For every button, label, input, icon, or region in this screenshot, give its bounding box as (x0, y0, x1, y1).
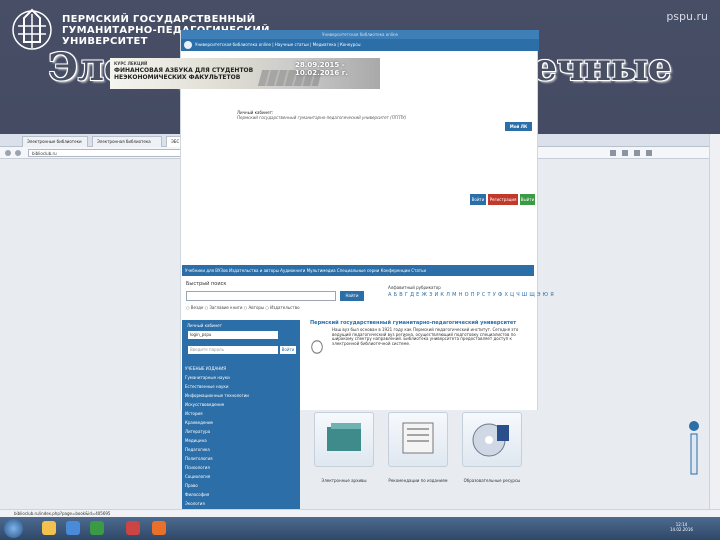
sidebar-item[interactable]: Медицина (185, 436, 297, 445)
enter-button[interactable]: Войти (470, 194, 486, 205)
home-icon[interactable] (634, 150, 640, 156)
content-title[interactable]: Пермский государственный гуманитарно-пед… (304, 320, 534, 326)
explorer-icon[interactable] (42, 521, 56, 535)
forward-icon[interactable] (15, 150, 21, 156)
ie-icon[interactable] (66, 521, 80, 535)
download-icon[interactable] (622, 150, 628, 156)
password-field[interactable]: Введите пароль (188, 346, 278, 354)
clock: 12:14 14.02.2016 (670, 522, 693, 532)
page-top-label: Университетская библиотека online (181, 30, 539, 39)
register-button[interactable]: Регистрация (488, 194, 518, 205)
course-banner[interactable]: КУРС ЛЕКЦИЙ ФИНАНСОВАЯ АЗБУКА ДЛЯ СТУДЕН… (110, 58, 380, 89)
tile-archives[interactable] (314, 412, 374, 467)
scrollbar[interactable] (709, 134, 720, 519)
sidebar-item[interactable]: Психология (185, 463, 297, 472)
side-widget-icon[interactable] (687, 420, 701, 480)
tile-recommendations[interactable] (388, 412, 448, 467)
menu-icon[interactable] (646, 150, 652, 156)
alphabet-index: Алфавитный рубрикатор А Б В Г Д Е Ж З И … (388, 285, 555, 298)
browser-tab[interactable]: Электронная библиотека (92, 136, 162, 147)
university-seal-icon (306, 334, 328, 360)
site-header-strip: Университетская библиотека online | Науч… (181, 39, 539, 51)
sidebar-item[interactable]: Политология (185, 454, 297, 463)
search-input[interactable] (186, 291, 336, 301)
sidebar-item[interactable]: Социология (185, 472, 297, 481)
sidebar-item[interactable]: Информационные технологии (185, 391, 297, 400)
sidebar-item[interactable]: Краеведение (185, 418, 297, 427)
start-button-icon[interactable] (4, 519, 23, 538)
university-info: Пермский государственный гуманитарно-пед… (304, 320, 534, 346)
search-options[interactable]: ○ Везде ○ Заглавие книги ○ Авторы ○ Изда… (186, 305, 300, 310)
main-menu[interactable]: Учебники для ВУЗов Издательства и авторы… (182, 265, 534, 276)
app-icon[interactable] (126, 521, 140, 535)
media-icon[interactable] (90, 521, 104, 535)
sidebar-item[interactable]: Искусствоведение (185, 400, 297, 409)
windows-taskbar: 12:14 14.02.2016 (0, 517, 720, 540)
sidebar-item[interactable]: Философия (185, 490, 297, 499)
content-body: Наш вуз был основан в 1921 году как Перм… (332, 327, 519, 346)
sidebar-item[interactable]: Гуманитарные науки (185, 373, 297, 382)
back-icon[interactable] (5, 150, 11, 156)
firefox-icon[interactable] (152, 521, 166, 535)
sidebar-login-button[interactable]: Войти (280, 346, 296, 354)
sidebar-item[interactable]: Литература (185, 427, 297, 436)
status-bar: biblioclub.ru/index.php?page=book&id=405… (0, 509, 720, 517)
sidebar-item[interactable]: УЧЕБНЫЕ ИЗДАНИЯ (185, 364, 297, 373)
my-cabinet-button[interactable]: Мой ЛК (505, 122, 532, 131)
tile-resources[interactable] (462, 412, 522, 467)
books-icon (327, 423, 361, 451)
disc-icon (472, 423, 509, 457)
tile-caption: Рекомендации по изданиям (388, 478, 448, 483)
exit-button[interactable]: Выйти (520, 194, 535, 205)
login-field[interactable]: login_pspu (188, 331, 278, 339)
newspaper-icon (402, 422, 434, 454)
personal-cabinet: Личный кабинет: Пермский государственный… (237, 110, 532, 132)
tile-caption: Образовательные ресурсы (463, 478, 521, 483)
sidebar-item[interactable]: История (185, 409, 297, 418)
presentation-slide: ПЕРМСКИЙ ГОСУДАРСТВЕННЫЙ ГУМАНИТАРНО-ПЕД… (0, 0, 720, 540)
browser-tab[interactable]: Электронные библиотеки (22, 136, 88, 147)
sidebar-item[interactable]: Право (185, 481, 297, 490)
tile-caption: Электронные архивы (321, 478, 367, 483)
site-url: pspu.ru (666, 10, 708, 23)
quick-search: Быстрый поиск Найти ○ Везде ○ Заглавие к… (186, 281, 376, 317)
alphabet-letters[interactable]: А Б В Г Д Е Ж З И К Л М Н О П Р С Т У Ф … (388, 292, 554, 298)
search-button[interactable]: Найти (340, 291, 364, 301)
sidebar-item[interactable]: Педагогика (185, 445, 297, 454)
category-list: УЧЕБНЫЕ ИЗДАНИЯ Гуманитарные науки Естес… (185, 364, 297, 508)
site-logo-icon[interactable] (184, 41, 192, 49)
sidebar-item[interactable]: Естественные науки (185, 382, 297, 391)
sidebar: Личный кабинет login_pspu Введите пароль… (182, 320, 300, 535)
bookmark-icon[interactable] (610, 150, 616, 156)
sidebar-item[interactable]: Экология (185, 499, 297, 508)
